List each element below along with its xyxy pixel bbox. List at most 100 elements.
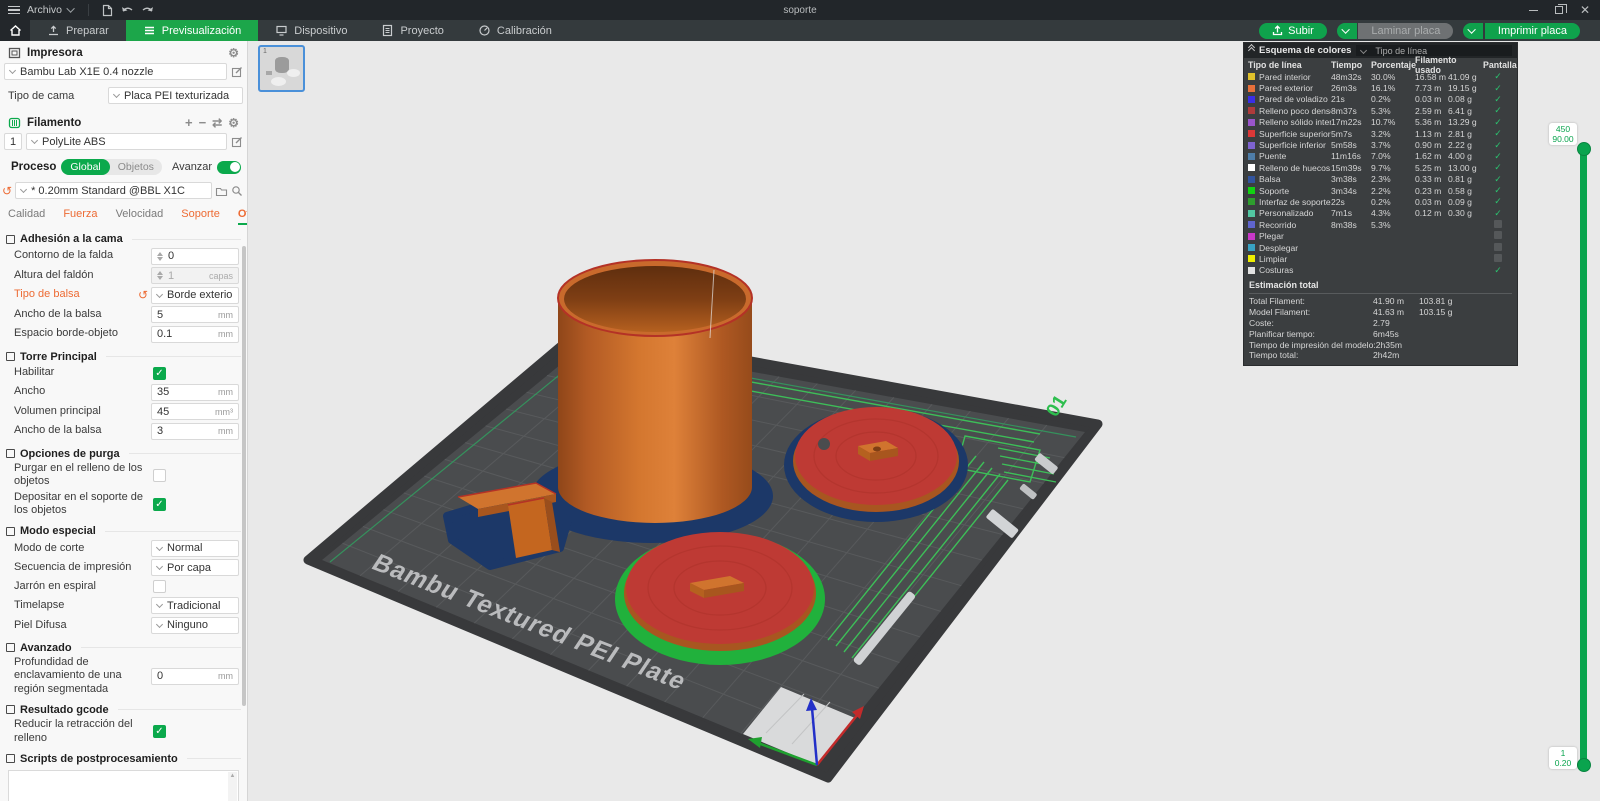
- input-ancho[interactable]: 35 mm: [151, 383, 239, 401]
- display-checkbox[interactable]: ✓: [1483, 163, 1513, 172]
- edit-filament-icon[interactable]: [231, 136, 243, 148]
- process-section-title: Proceso: [11, 161, 57, 173]
- display-checkbox[interactable]: ✓: [1483, 94, 1513, 104]
- postprocess-scripts-textarea[interactable]: ▲: [8, 769, 239, 801]
- param-tab-soporte[interactable]: Soporte: [181, 208, 220, 225]
- display-checkbox[interactable]: ✓: [1483, 208, 1513, 218]
- display-checkbox[interactable]: ✓: [1483, 140, 1513, 150]
- select-modo-de-corte[interactable]: Normal: [151, 539, 239, 557]
- input-espacio-borde-objeto[interactable]: 0.1 mm: [151, 325, 239, 343]
- display-checkbox[interactable]: ✓: [1483, 117, 1513, 127]
- chevron-down-icon[interactable]: [66, 4, 75, 13]
- checkbox-reducir-la-retraccion-del-relleno[interactable]: ✓: [153, 725, 166, 738]
- select-piel-difusa[interactable]: Ninguno: [151, 616, 239, 634]
- plate-thumbnail[interactable]: 1: [258, 45, 305, 92]
- tab-proyecto[interactable]: Proyecto: [364, 20, 460, 41]
- edit-printer-icon[interactable]: [231, 66, 243, 78]
- save-preset-folder-icon[interactable]: [215, 185, 228, 197]
- search-icon[interactable]: [231, 185, 243, 197]
- close-button[interactable]: ✕: [1580, 4, 1590, 16]
- textarea-scrollbar[interactable]: ▲: [228, 771, 237, 801]
- layer-slider-bottom-handle[interactable]: [1576, 758, 1591, 772]
- layer-slider-track[interactable]: [1576, 142, 1591, 772]
- filament-settings-gear-icon[interactable]: ⚙: [228, 117, 239, 129]
- display-checkbox[interactable]: ✓: [1483, 265, 1513, 275]
- tab-preparar[interactable]: Preparar: [30, 20, 126, 41]
- input-volumen-principal[interactable]: 45 mm³: [151, 403, 239, 420]
- file-menu[interactable]: Archivo: [27, 4, 62, 16]
- spinner-arrows[interactable]: [157, 251, 163, 261]
- display-checkbox[interactable]: [1483, 253, 1513, 264]
- preview-viewport[interactable]: Bambu Textured PEI Plate 01 1 Esquema de…: [248, 41, 1600, 801]
- display-checkbox[interactable]: [1483, 242, 1513, 253]
- restore-button[interactable]: [1554, 4, 1567, 14]
- display-checkbox[interactable]: ✓: [1483, 106, 1513, 115]
- display-checkbox[interactable]: [1483, 219, 1513, 230]
- sidebar-scrollbar[interactable]: [242, 246, 246, 706]
- display-checkbox[interactable]: ✓: [1483, 197, 1513, 206]
- display-checkbox[interactable]: ✓: [1483, 129, 1513, 138]
- cylinder-model[interactable]: [557, 259, 753, 523]
- new-project-icon[interactable]: [102, 4, 113, 17]
- input-contorno-de-la-falda[interactable]: 0: [151, 247, 239, 265]
- add-filament-icon[interactable]: +: [185, 116, 193, 129]
- checkbox-purgar-en-el-relleno-de-los-objetos[interactable]: [153, 468, 166, 482]
- setting-row-tipo-de-balsa: Tipo de balsa ↺Borde exterio...: [14, 286, 239, 304]
- display-checkbox[interactable]: ✓: [1483, 83, 1513, 93]
- printer-icon: [8, 47, 21, 59]
- layer-slider-top-handle[interactable]: [1576, 142, 1591, 156]
- advance-toggle[interactable]: [217, 160, 242, 174]
- filament-select[interactable]: PolyLite ABS: [26, 133, 227, 150]
- display-checkbox[interactable]: ✓: [1483, 186, 1513, 195]
- tab-dispositivo[interactable]: Dispositivo: [258, 20, 364, 41]
- input-profundidad-de-enclavamiento-de-una-region-segmentada[interactable]: 0 mm: [151, 667, 239, 685]
- select-secuencia-de-impresion[interactable]: Por capa: [151, 559, 239, 577]
- undo-icon[interactable]: [120, 4, 134, 16]
- calibration-icon: [479, 25, 490, 36]
- input-ancho-de-la-balsa[interactable]: 5 mm: [151, 306, 239, 323]
- param-tab-calidad[interactable]: Calidad: [8, 208, 45, 225]
- spinner-arrows[interactable]: [157, 271, 163, 280]
- process-preset-select[interactable]: * 0.20mm Standard @BBL X1C: [15, 182, 212, 199]
- scope-global-button[interactable]: Global: [61, 159, 110, 175]
- estimation-totals: Estimación total Total Filament: 41.90 m1…: [1244, 276, 1517, 365]
- remove-filament-icon[interactable]: −: [199, 116, 207, 129]
- minimize-button[interactable]: [1528, 9, 1538, 11]
- select-tipo-de-balsa[interactable]: Borde exterio...: [151, 286, 239, 304]
- param-tab-velocidad[interactable]: Velocidad: [116, 208, 164, 225]
- input-ancho-de-la-balsa[interactable]: 3 mm: [151, 422, 239, 440]
- printer-settings-gear-icon[interactable]: ⚙: [228, 47, 239, 59]
- print-button[interactable]: Imprimir placa: [1484, 22, 1580, 39]
- slice-button[interactable]: Laminar placa: [1358, 22, 1454, 39]
- slice-dropdown-button[interactable]: [1336, 22, 1357, 39]
- printer-select[interactable]: Bambu Lab X1E 0.4 nozzle: [4, 63, 227, 80]
- checkbox-depositar-en-el-soporte-de-los-objetos[interactable]: ✓: [153, 497, 166, 511]
- preset-modified-icon[interactable]: ↺: [2, 185, 12, 197]
- checkbox-habilitar[interactable]: ✓: [153, 366, 166, 380]
- print-dropdown-button[interactable]: [1463, 22, 1484, 39]
- display-checkbox[interactable]: [1483, 231, 1513, 241]
- display-checkbox[interactable]: ✓: [1483, 174, 1513, 184]
- sync-filament-icon[interactable]: ⇄: [212, 117, 222, 129]
- scope-objects-button[interactable]: Objetos: [110, 161, 162, 173]
- display-checkbox[interactable]: ✓: [1483, 151, 1513, 161]
- param-tab-otros[interactable]: Otros: [237, 208, 247, 225]
- front-disc-model[interactable]: [624, 532, 816, 651]
- select-timelapse[interactable]: Tradicional: [151, 597, 239, 615]
- param-tab-fuerza[interactable]: Fuerza: [63, 208, 97, 225]
- settings-list: Adhesión a la cama Contorno de la falda 0 A…: [0, 233, 247, 801]
- setting-label: Espacio borde-objeto: [14, 327, 118, 340]
- tab-previsualizacion[interactable]: Previsualización: [125, 20, 259, 41]
- redo-icon[interactable]: [141, 4, 155, 16]
- tab-calibracion[interactable]: Calibración: [461, 20, 569, 41]
- upload-button[interactable]: Subir: [1259, 22, 1327, 39]
- home-button[interactable]: [0, 20, 30, 41]
- right-disc-model[interactable]: [793, 407, 959, 512]
- checkbox-jarron-en-espiral[interactable]: [153, 580, 166, 594]
- menu-icon[interactable]: [8, 5, 20, 15]
- reset-modified-icon[interactable]: ↺: [138, 289, 148, 301]
- display-checkbox[interactable]: ✓: [1483, 72, 1513, 81]
- input-altura-del-faldon[interactable]: 1 capas: [151, 267, 239, 284]
- collapse-panel-icon[interactable]: [1247, 43, 1256, 55]
- bed-type-select[interactable]: Placa PEI texturizada: [108, 87, 243, 104]
